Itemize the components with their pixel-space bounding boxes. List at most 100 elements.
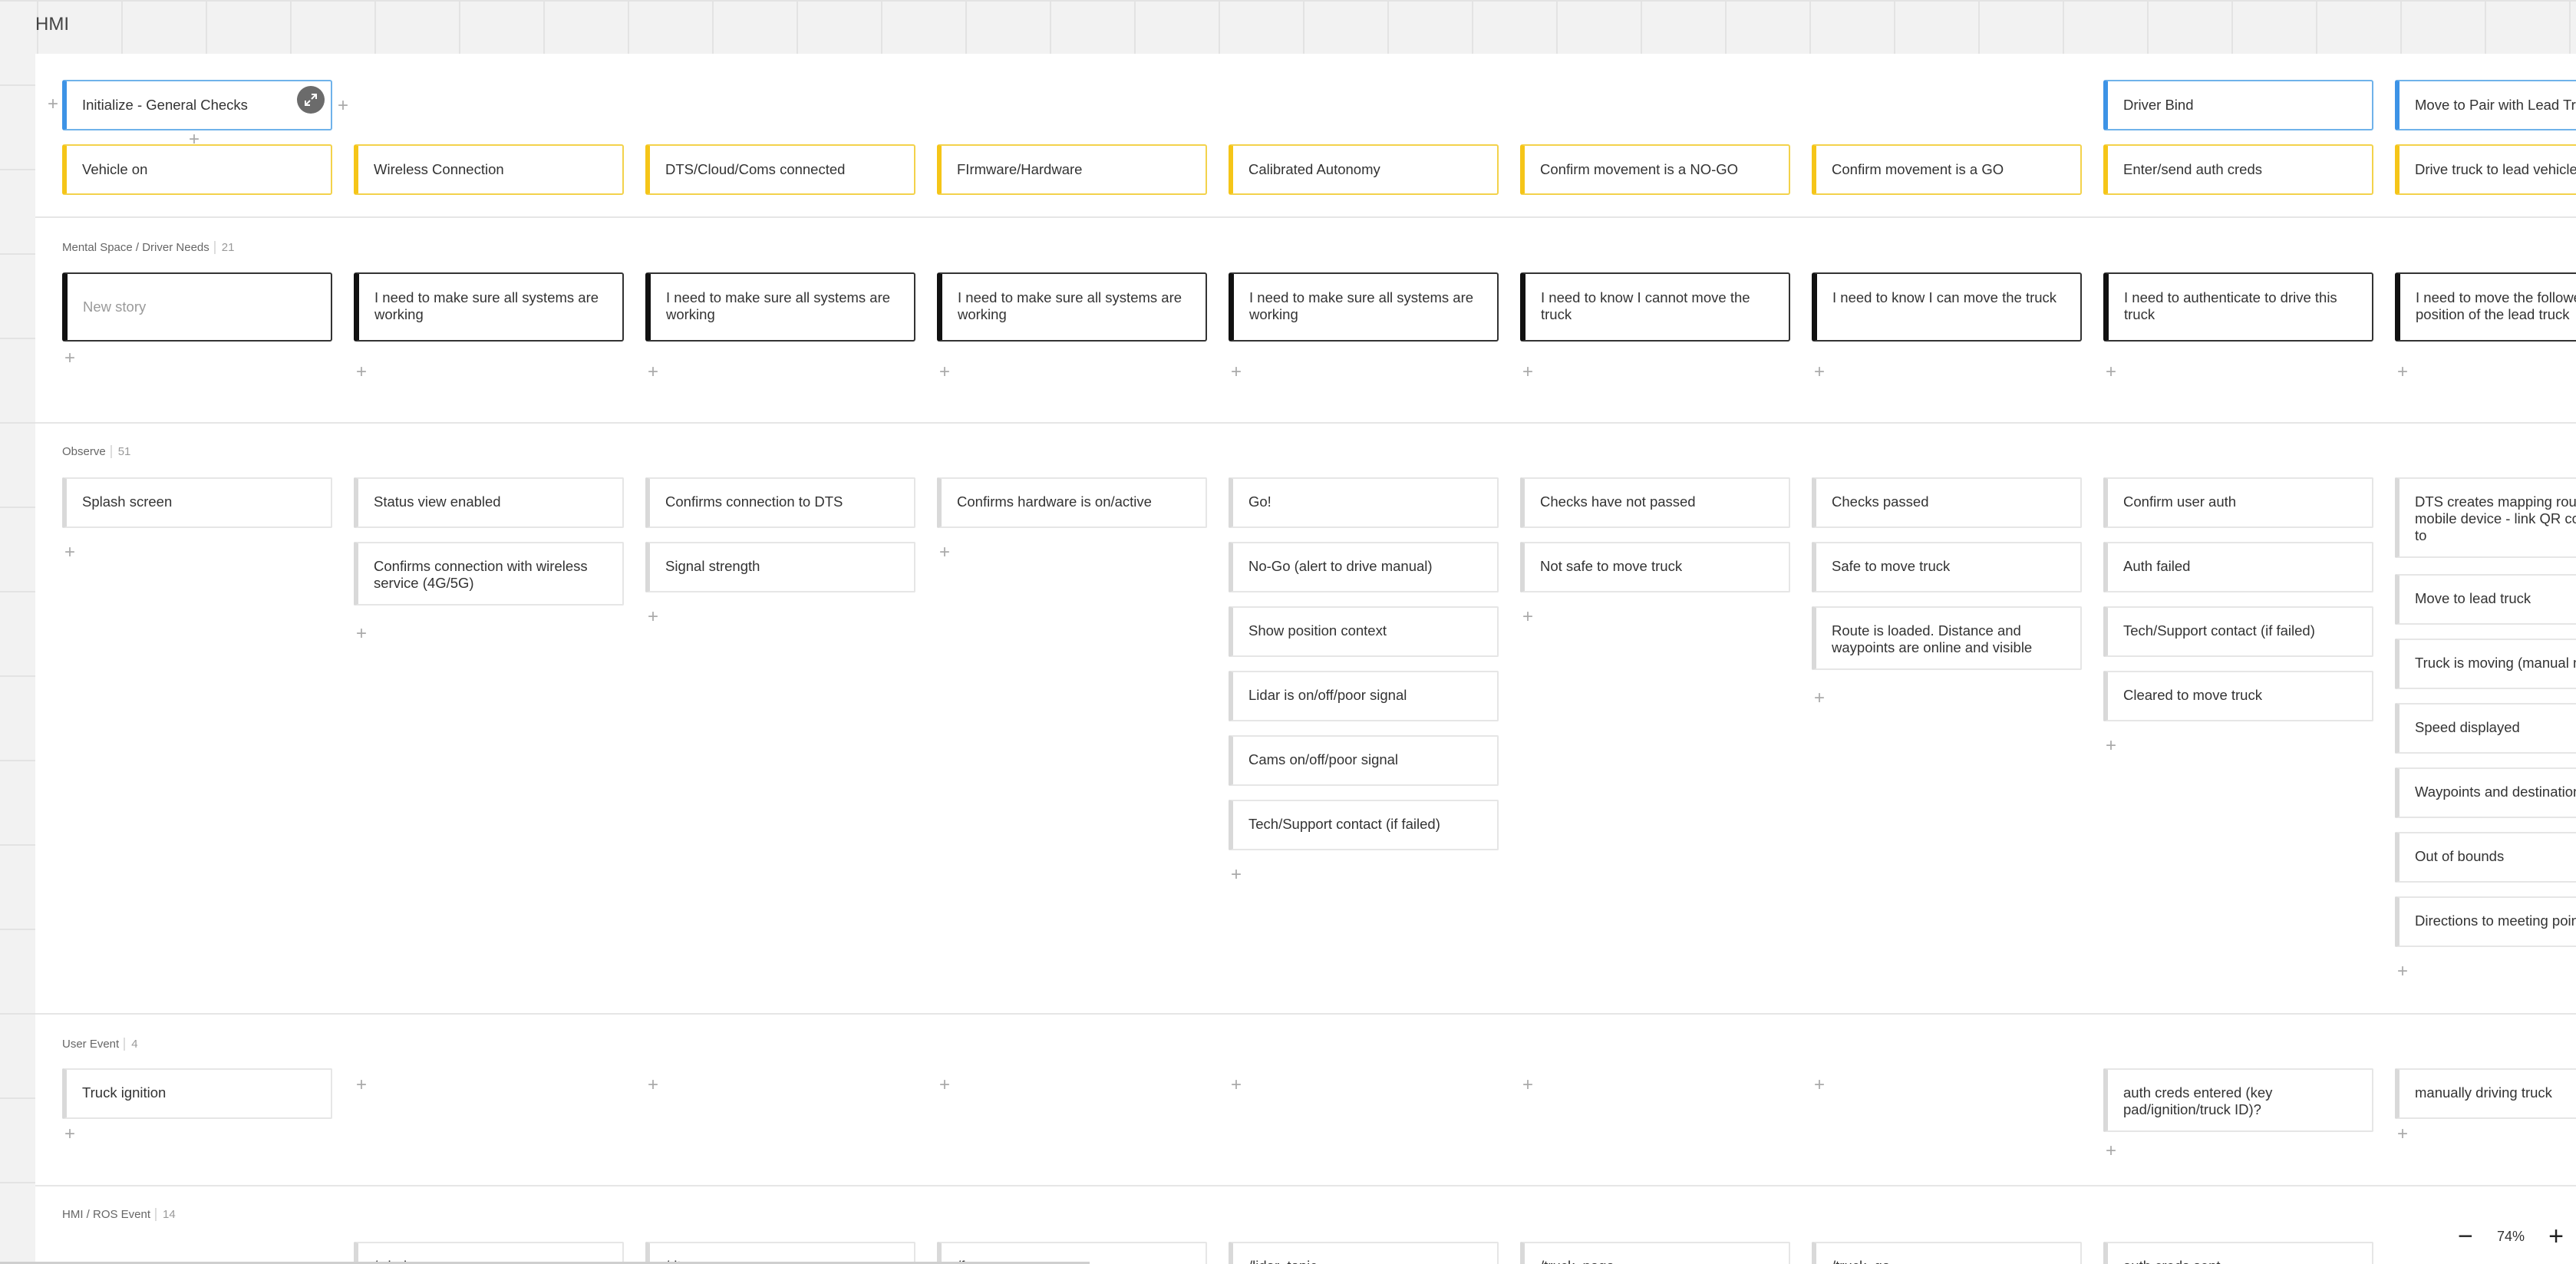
add-card-plus-icon[interactable]: + [2102, 1142, 2120, 1160]
observe-card[interactable]: Checks have not passed [1520, 477, 1790, 528]
observe-card[interactable]: Cleared to move truck [2103, 671, 2373, 721]
observe-card[interactable]: Confirms hardware is on/active [937, 477, 1207, 528]
zoom-out-button[interactable]: − [2458, 1223, 2473, 1249]
observe-card[interactable]: Go! [1229, 477, 1499, 528]
activity-card[interactable]: Initialize - General Checks [62, 80, 332, 130]
add-card-plus-icon[interactable]: + [2102, 737, 2120, 755]
observe-card[interactable]: Splash screen [62, 477, 332, 528]
driver-need-card[interactable]: I need to authenticate to drive this tru… [2103, 272, 2373, 342]
step-card[interactable]: DTS/Cloud/Coms connected [645, 144, 915, 195]
step-card[interactable]: Confirm movement is a NO-GO [1520, 144, 1790, 195]
expand-icon[interactable] [297, 86, 325, 114]
observe-card[interactable]: No-Go (alert to drive manual) [1229, 542, 1499, 592]
observe-card[interactable]: Confirm user auth [2103, 477, 2373, 528]
observe-card[interactable]: Route is loaded. Distance and waypoints … [1812, 606, 2082, 670]
observe-card[interactable]: Auth failed [2103, 542, 2373, 592]
user-event-card[interactable]: manually driving truck [2395, 1068, 2576, 1119]
add-card-plus-icon[interactable]: + [2393, 1125, 2412, 1144]
observe-card[interactable]: Directions to meeting point QR Code [2395, 896, 2576, 947]
ros-event-card[interactable]: /truck_nogo [1520, 1242, 1790, 1264]
user-event-card[interactable]: Truck ignition [62, 1068, 332, 1119]
add-card-plus-icon[interactable]: + [644, 1076, 662, 1094]
observe-card[interactable]: Show position context [1229, 606, 1499, 657]
add-card-plus-icon[interactable]: + [935, 543, 954, 562]
observe-card[interactable]: Waypoints and destination [2395, 767, 2576, 818]
observe-card[interactable]: Lidar is on/off/poor signal [1229, 671, 1499, 721]
step-card[interactable]: Wireless Connection [354, 144, 624, 195]
add-card-plus-icon[interactable]: + [644, 363, 662, 381]
add-card-plus-icon[interactable]: + [1810, 363, 1829, 381]
add-card-plus-icon[interactable]: + [61, 1125, 79, 1144]
step-card[interactable]: Calibrated Autonomy [1229, 144, 1499, 195]
add-card-plus-icon[interactable]: + [334, 97, 352, 115]
ros-event-card[interactable]: auth creds sent [2103, 1242, 2373, 1264]
observe-card[interactable]: Confirms connection with wireless servic… [354, 542, 624, 606]
add-card-plus-icon[interactable]: + [1810, 689, 1829, 708]
add-card-plus-icon[interactable]: + [2393, 962, 2412, 981]
activity-card[interactable]: Move to Pair with Lead Truck [2395, 80, 2576, 130]
observe-card[interactable]: Safe to move truck [1812, 542, 2082, 592]
story-map-panel: Mental Space / Driver Needs 21 Observe 51 … [35, 54, 2576, 1264]
ros-event-card[interactable]: /dts_on [645, 1242, 915, 1264]
new-story-input[interactable]: New story [62, 272, 332, 342]
observe-card[interactable]: Confirms connection to DTS [645, 477, 915, 528]
driver-need-card[interactable]: I need to know I can move the truck [1812, 272, 2082, 342]
driver-need-card[interactable]: I need to move the follower truck into p… [2395, 272, 2576, 342]
observe-card[interactable]: Cams on/off/poor signal [1229, 735, 1499, 786]
add-card-plus-icon[interactable]: + [1227, 1076, 1245, 1094]
step-card[interactable]: Confirm movement is a GO [1812, 144, 2082, 195]
add-card-plus-icon[interactable]: + [644, 608, 662, 626]
lane-divider [35, 1013, 2576, 1015]
driver-need-card[interactable]: I need to make sure all systems are work… [937, 272, 1207, 342]
observe-card[interactable]: Move to lead truck [2395, 574, 2576, 625]
add-card-plus-icon[interactable]: + [1227, 363, 1245, 381]
ros-event-card[interactable]: /truck_go [1812, 1242, 2082, 1264]
driver-need-card[interactable]: I need to know I cannot move the truck [1520, 272, 1790, 342]
observe-card[interactable]: Out of bounds [2395, 832, 2576, 883]
step-card[interactable]: Enter/send auth creds [2103, 144, 2373, 195]
add-card-plus-icon[interactable]: + [1519, 363, 1537, 381]
zoom-in-button[interactable]: + [2548, 1223, 2564, 1249]
add-card-plus-icon[interactable]: + [44, 95, 62, 114]
add-card-plus-icon[interactable]: + [2393, 363, 2412, 381]
observe-card-label: Safe to move truck [1832, 558, 1951, 574]
observe-card-label: Tech/Support contact (if failed) [2123, 622, 2315, 639]
add-card-plus-icon[interactable]: + [1810, 1076, 1829, 1094]
add-card-plus-icon[interactable]: + [1227, 866, 1245, 884]
add-card-plus-icon[interactable]: + [935, 363, 954, 381]
observe-card[interactable]: DTS creates mapping route on driver mobi… [2395, 477, 2576, 558]
observe-card[interactable]: Speed displayed [2395, 703, 2576, 754]
step-card[interactable]: FIrmware/Hardware [937, 144, 1207, 195]
add-card-plus-icon[interactable]: + [2102, 363, 2120, 381]
observe-card[interactable]: Status view enabled [354, 477, 624, 528]
observe-card[interactable]: Not safe to move truck [1520, 542, 1790, 592]
add-card-plus-icon[interactable]: + [61, 543, 79, 562]
user-event-card[interactable]: auth creds entered (key pad/ignition/tru… [2103, 1068, 2373, 1132]
lane-label-needs: Mental Space / Driver Needs 21 [62, 241, 235, 254]
observe-card[interactable]: Tech/Support contact (if failed) [1229, 800, 1499, 850]
activity-card[interactable]: Driver Bind [2103, 80, 2373, 130]
add-card-plus-icon[interactable]: + [1519, 1076, 1537, 1094]
step-card-label: Calibrated Autonomy [1248, 161, 1380, 177]
step-card[interactable]: Drive truck to lead vehicle [2395, 144, 2576, 195]
observe-card-label: Confirm user auth [2123, 493, 2237, 510]
observe-card[interactable]: Tech/Support contact (if failed) [2103, 606, 2373, 657]
observe-card[interactable]: Signal strength [645, 542, 915, 592]
step-card[interactable]: Vehicle on [62, 144, 332, 195]
add-card-plus-icon[interactable]: + [61, 349, 79, 368]
driver-need-card[interactable]: I need to make sure all systems are work… [645, 272, 915, 342]
driver-need-card[interactable]: I need to make sure all systems are work… [354, 272, 624, 342]
add-card-plus-icon[interactable]: + [352, 625, 371, 643]
driver-need-card[interactable]: I need to make sure all systems are work… [1229, 272, 1499, 342]
add-card-plus-icon[interactable]: + [935, 1076, 954, 1094]
ros-event-card[interactable]: /fw_on [937, 1242, 1207, 1264]
add-card-plus-icon[interactable]: + [352, 1076, 371, 1094]
ros-event-card[interactable]: /wireless_on [354, 1242, 624, 1264]
add-card-plus-icon[interactable]: + [1519, 608, 1537, 626]
ros-event-card[interactable]: /lidar_topic [1229, 1242, 1499, 1264]
observe-card[interactable]: Checks passed [1812, 477, 2082, 528]
lane-count: 14 [155, 1208, 176, 1221]
add-card-plus-icon[interactable]: + [352, 363, 371, 381]
observe-card-label: Move to lead truck [2415, 590, 2531, 606]
observe-card[interactable]: Truck is moving (manual mode) [2395, 639, 2576, 689]
